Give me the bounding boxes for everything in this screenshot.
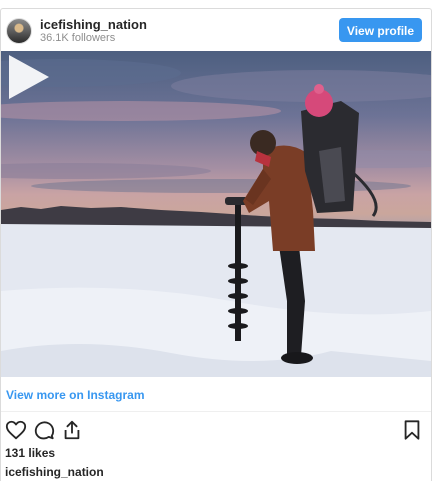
instagram-embed: icefishing_nation 36.1K followers View p… xyxy=(0,8,432,481)
video-player[interactable] xyxy=(1,51,431,377)
video-thumbnail xyxy=(1,59,431,377)
post-header: icefishing_nation 36.1K followers View p… xyxy=(1,9,431,51)
caption-username[interactable]: icefishing_nation xyxy=(5,465,104,479)
username[interactable]: icefishing_nation xyxy=(40,17,147,32)
bookmark-icon[interactable] xyxy=(401,419,423,441)
follower-count: 36.1K followers xyxy=(40,32,116,44)
avatar[interactable] xyxy=(6,18,32,44)
comment-icon[interactable] xyxy=(33,419,55,441)
divider xyxy=(1,411,431,412)
action-bar xyxy=(1,415,431,443)
view-profile-button[interactable]: View profile xyxy=(339,18,422,42)
share-icon[interactable] xyxy=(61,419,83,441)
view-more-link[interactable]: View more on Instagram xyxy=(6,388,145,402)
play-icon[interactable] xyxy=(1,51,53,103)
heart-icon[interactable] xyxy=(5,419,27,441)
like-count: 131 likes xyxy=(5,446,56,460)
